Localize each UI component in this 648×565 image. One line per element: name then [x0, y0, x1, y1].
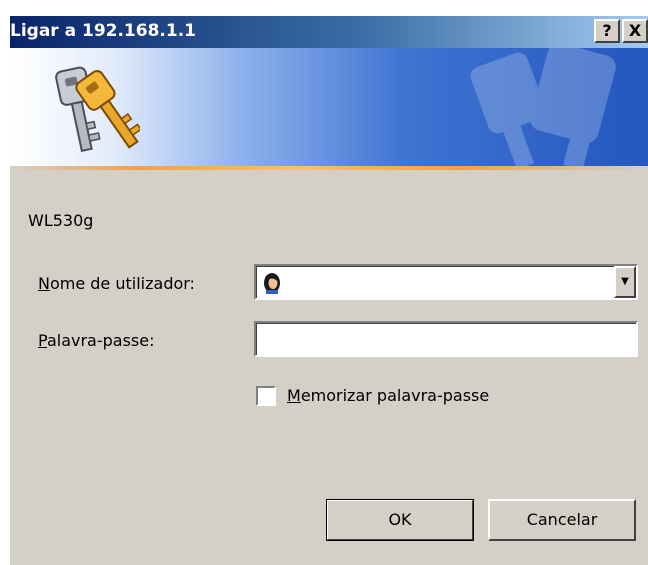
- ok-button[interactable]: OK: [326, 499, 474, 541]
- help-button[interactable]: ?: [594, 19, 620, 43]
- close-button[interactable]: X: [622, 19, 648, 43]
- user-icon: [264, 273, 280, 294]
- site-name: WL530g: [28, 211, 94, 230]
- title-bar[interactable]: Ligar a 192.168.1.1 ? X: [10, 16, 648, 48]
- cancel-button[interactable]: Cancelar: [488, 499, 636, 541]
- window-title: Ligar a 192.168.1.1: [10, 21, 196, 41]
- password-label-text: alavra-passe:: [46, 331, 155, 350]
- username-label-text: ome de utilizador:: [49, 274, 195, 293]
- keys-icon: [55, 66, 140, 153]
- header-banner: [10, 48, 648, 166]
- username-dropdown-button[interactable]: ▼: [614, 266, 636, 298]
- remember-password-checkbox[interactable]: [256, 386, 276, 406]
- password-field[interactable]: [254, 321, 638, 357]
- close-icon: X: [628, 21, 642, 40]
- login-dialog: Ligar a 192.168.1.1 ? X WL530g Nome de u…: [10, 16, 648, 565]
- remember-password-label[interactable]: Memorizar palavra-passe: [287, 386, 489, 405]
- banner-divider: [10, 166, 648, 170]
- keys-watermark-icon: [470, 48, 616, 166]
- password-label-accel: P: [38, 331, 47, 350]
- username-label: Nome de utilizador:: [38, 274, 195, 293]
- remember-label-accel: M: [287, 386, 301, 405]
- password-label: Palavra-passe:: [38, 331, 154, 350]
- remember-label-text: emorizar palavra-passe: [300, 386, 490, 405]
- username-combobox[interactable]: ▼: [254, 264, 638, 300]
- username-label-accel: N: [38, 274, 50, 293]
- help-icon: ?: [602, 21, 612, 40]
- chevron-down-icon: ▼: [621, 276, 629, 287]
